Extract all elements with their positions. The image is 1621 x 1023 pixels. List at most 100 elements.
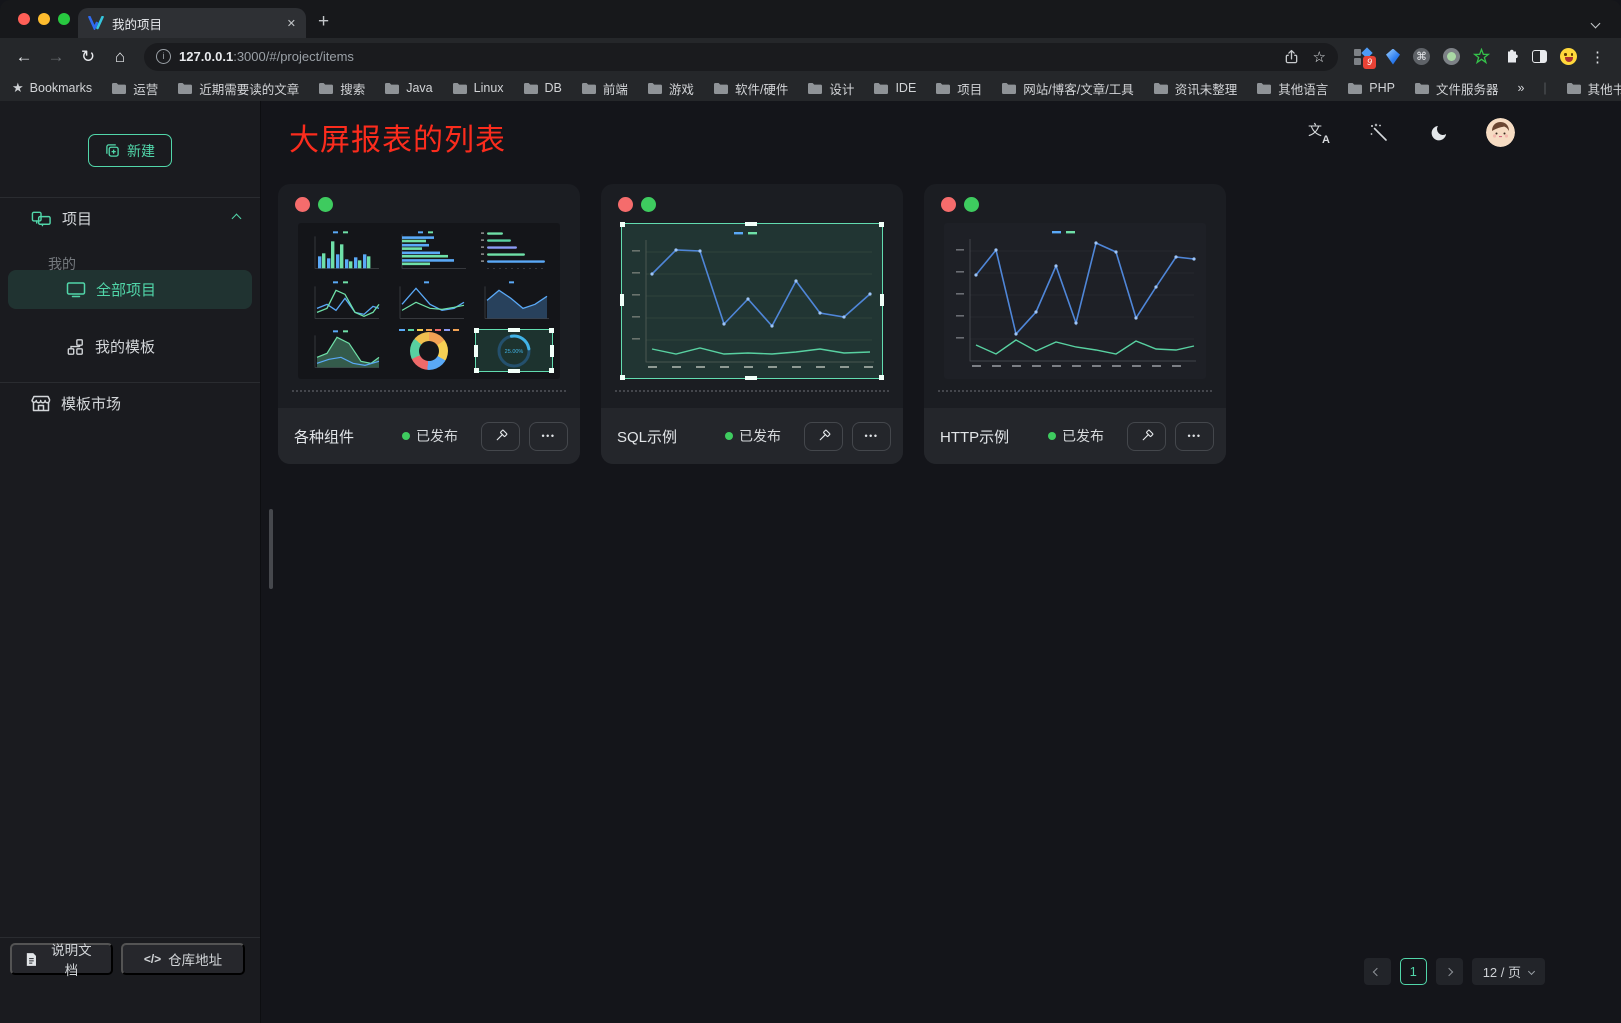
side-panel-icon[interactable] bbox=[1532, 50, 1547, 63]
bookmark-folder[interactable]: PHP bbox=[1347, 81, 1395, 95]
url-host: 127.0.0.1 bbox=[179, 49, 233, 64]
gauge-value: 25.00% bbox=[505, 349, 524, 355]
zoom-window-button[interactable] bbox=[58, 13, 70, 25]
mini-bar-chart bbox=[303, 228, 385, 275]
sidebar-item-all-projects[interactable]: 全部项目 bbox=[8, 270, 252, 309]
card-status: 已发布 bbox=[725, 426, 781, 446]
storefront-icon bbox=[31, 395, 51, 413]
address-bar[interactable]: i 127.0.0.1:3000/#/project/items ☆ bbox=[144, 43, 1338, 71]
bookmark-folder[interactable]: 其他语言 bbox=[1256, 79, 1328, 98]
card-window-dots bbox=[618, 197, 656, 212]
tab-close-icon[interactable]: ✕ bbox=[287, 17, 296, 30]
browser-toolbar: ← → ↻ ⌂ i 127.0.0.1:3000/#/project/items… bbox=[0, 38, 1621, 75]
code-icon: </> bbox=[144, 952, 161, 966]
new-project-button[interactable]: 新建 bbox=[88, 134, 172, 167]
hammer-icon bbox=[493, 428, 509, 444]
tab-search-chevron-icon[interactable] bbox=[1592, 14, 1599, 32]
screen: 我的项目 ✕ + ← → ↻ ⌂ i 127.0.0.1:3000/#/proj… bbox=[0, 0, 1621, 1023]
site-info-icon[interactable]: i bbox=[156, 49, 171, 64]
template-flow-icon bbox=[66, 338, 85, 356]
close-window-button[interactable] bbox=[18, 13, 30, 25]
dark-mode-button[interactable] bbox=[1426, 120, 1452, 146]
back-button[interactable]: ← bbox=[10, 43, 38, 71]
card-dashed-divider bbox=[938, 390, 1212, 392]
other-bookmarks-folder[interactable]: 其他书签 bbox=[1566, 79, 1621, 98]
sidebar-item-template-market[interactable]: 模板市场 bbox=[31, 393, 121, 414]
bookmark-folder[interactable]: 设计 bbox=[807, 79, 854, 98]
repo-button[interactable]: </> 仓库地址 bbox=[121, 943, 245, 975]
status-dot bbox=[725, 432, 733, 440]
folder-icon bbox=[1256, 82, 1272, 95]
bookmark-folder[interactable]: Linux bbox=[452, 81, 504, 95]
home-button[interactable]: ⌂ bbox=[106, 43, 134, 71]
project-card[interactable]: HTTP示例 已发布 ••• bbox=[924, 184, 1226, 464]
sidebar: 新建 项目 我的 全部项目 我的模板 模板市场 bbox=[0, 101, 261, 1023]
reload-button[interactable]: ↻ bbox=[74, 43, 102, 71]
extensions-puzzle-icon[interactable] bbox=[1503, 49, 1519, 65]
sidebar-group-project[interactable]: 项目 bbox=[31, 208, 240, 229]
new-tab-button[interactable]: + bbox=[318, 11, 329, 38]
macos-traffic-lights bbox=[18, 13, 70, 25]
user-avatar[interactable] bbox=[1486, 118, 1515, 147]
card-title: 各种组件 bbox=[294, 426, 402, 447]
more-actions-button[interactable]: ••• bbox=[529, 422, 568, 451]
theme-wand-button[interactable] bbox=[1366, 120, 1392, 146]
mini-area-chart bbox=[473, 278, 555, 325]
bookmark-folder[interactable]: IDE bbox=[873, 81, 916, 95]
docs-button[interactable]: 说明文档 bbox=[10, 943, 113, 975]
bookmark-folder[interactable]: 项目 bbox=[935, 79, 982, 98]
card-title: SQL示例 bbox=[617, 426, 725, 447]
more-actions-button[interactable]: ••• bbox=[1175, 422, 1214, 451]
bookmark-folder[interactable]: 近期需要读的文章 bbox=[177, 79, 299, 98]
folder-icon bbox=[581, 82, 597, 95]
page-size-select[interactable]: 12 / 页 bbox=[1472, 958, 1545, 985]
extension-command-icon[interactable]: ⌘ bbox=[1413, 48, 1430, 65]
url-text: 127.0.0.1:3000/#/project/items bbox=[179, 49, 354, 64]
extensions-area: 9 ⌘ ⋮ bbox=[1348, 48, 1611, 66]
scrollbar-thumb[interactable] bbox=[269, 509, 273, 589]
chrome-menu-icon[interactable]: ⋮ bbox=[1590, 48, 1605, 66]
project-card[interactable]: SQL示例 已发布 ••• bbox=[601, 184, 903, 464]
mini-line-chart bbox=[303, 278, 385, 325]
share-icon[interactable] bbox=[1284, 49, 1299, 65]
bookmark-page-star-icon[interactable]: ☆ bbox=[1313, 48, 1326, 66]
bookmark-folder[interactable]: 网站/博客/文章/工具 bbox=[1001, 79, 1133, 98]
bookmark-folder[interactable]: 软件/硬件 bbox=[713, 79, 788, 98]
bookmarks-overflow-button[interactable]: » bbox=[1517, 81, 1524, 95]
line-chart bbox=[622, 224, 882, 378]
star-icon: ★ bbox=[12, 80, 24, 96]
hammer-icon bbox=[816, 428, 832, 444]
emoji-extension-icon[interactable] bbox=[1560, 48, 1577, 65]
bookmark-folder[interactable]: 文件服务器 bbox=[1414, 79, 1499, 98]
browser-tab[interactable]: 我的项目 ✕ bbox=[78, 8, 306, 38]
bookmark-folder[interactable]: 搜索 bbox=[318, 79, 365, 98]
prev-page-button[interactable] bbox=[1364, 958, 1391, 985]
sidebar-item-my-templates[interactable]: 我的模板 bbox=[66, 336, 155, 357]
bookmark-folder[interactable]: 运营 bbox=[111, 79, 158, 98]
forward-button[interactable]: → bbox=[42, 43, 70, 71]
bookmark-folder[interactable]: Java bbox=[384, 81, 432, 95]
extension-grid-icon[interactable]: 9 bbox=[1354, 48, 1373, 66]
edit-hammer-button[interactable] bbox=[481, 422, 520, 451]
extension-record-icon[interactable] bbox=[1443, 48, 1460, 65]
card-dashed-divider bbox=[615, 390, 889, 392]
bookmark-folder[interactable]: 游戏 bbox=[647, 79, 694, 98]
next-page-button[interactable] bbox=[1436, 958, 1463, 985]
bookmarks-manager[interactable]: ★Bookmarks bbox=[12, 80, 92, 96]
extension-star-icon[interactable] bbox=[1473, 48, 1490, 65]
card-thumbnail-selected bbox=[621, 223, 883, 379]
minimize-window-button[interactable] bbox=[38, 13, 50, 25]
moon-icon bbox=[1429, 123, 1449, 143]
language-toggle-button[interactable]: 文A bbox=[1306, 120, 1332, 146]
card-title: HTTP示例 bbox=[940, 426, 1048, 447]
edit-hammer-button[interactable] bbox=[1127, 422, 1166, 451]
edit-hammer-button[interactable] bbox=[804, 422, 843, 451]
bookmark-folder[interactable]: 资讯未整理 bbox=[1153, 79, 1238, 98]
collapse-chevron-icon[interactable] bbox=[232, 214, 242, 224]
extension-gem-icon[interactable] bbox=[1386, 49, 1400, 65]
more-actions-button[interactable]: ••• bbox=[852, 422, 891, 451]
bookmark-folder[interactable]: DB bbox=[523, 81, 562, 95]
bookmark-folder[interactable]: 前端 bbox=[581, 79, 628, 98]
project-card[interactable]: 25.00% 各种组件 已发布 ••• bbox=[278, 184, 580, 464]
page-1-button[interactable]: 1 bbox=[1400, 958, 1427, 985]
